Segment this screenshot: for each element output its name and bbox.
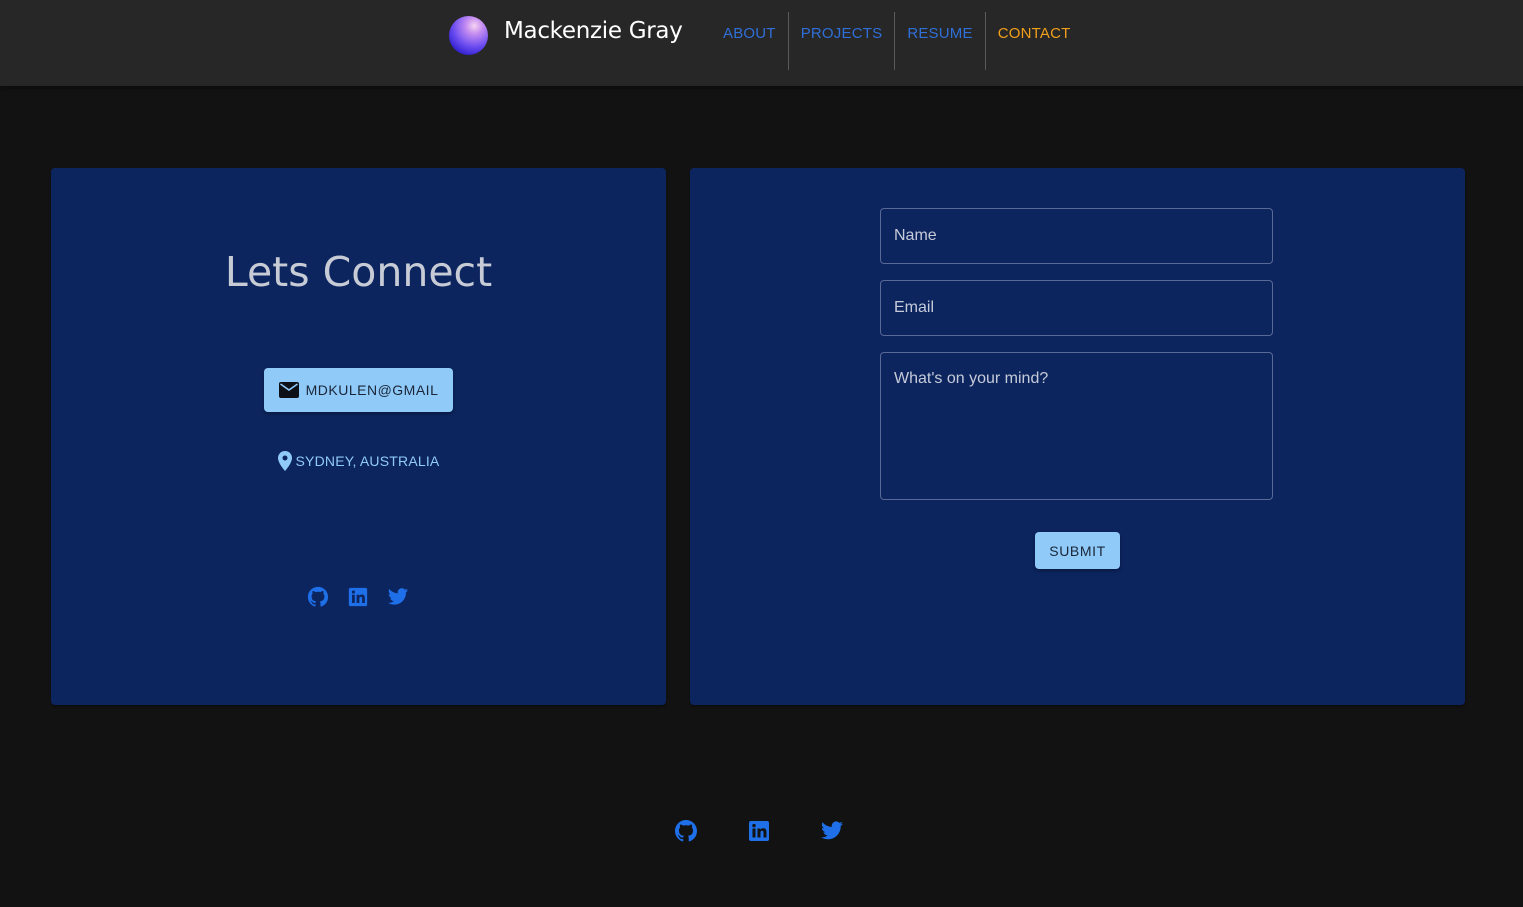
page-title: Lets Connect [224, 248, 493, 296]
brand-name[interactable]: Mackenzie Gray [504, 18, 683, 44]
footer-social-links [674, 819, 844, 843]
location-pin-icon [277, 451, 292, 471]
nav-resume[interactable]: RESUME [894, 12, 984, 70]
email-field[interactable] [880, 280, 1273, 336]
email-button[interactable]: MDKULEN@GMAIL [264, 368, 453, 412]
nav-about[interactable]: ABOUT [711, 12, 788, 70]
nav-contact[interactable]: CONTACT [984, 12, 1083, 70]
nav-projects[interactable]: PROJECTS [787, 12, 895, 70]
card-social-links [307, 586, 409, 608]
message-field[interactable] [880, 352, 1273, 500]
site-header: Mackenzie Gray ABOUT PROJECTS RESUME CON… [0, 0, 1523, 86]
name-field[interactable] [880, 208, 1273, 264]
location-label: SYDNEY, AUSTRALIA [295, 453, 440, 469]
linkedin-icon[interactable] [747, 819, 771, 843]
twitter-icon[interactable] [387, 586, 409, 608]
contact-form-card: SUBMIT [690, 168, 1465, 705]
location: SYDNEY, AUSTRALIA [51, 451, 666, 471]
logo-orb[interactable] [449, 16, 488, 55]
submit-button[interactable]: SUBMIT [1035, 532, 1120, 569]
github-icon[interactable] [674, 819, 698, 843]
contact-info-card: Lets Connect MDKULEN@GMAIL SYDNEY, AUSTR… [51, 168, 666, 705]
twitter-icon[interactable] [820, 819, 844, 843]
mail-icon [278, 382, 299, 398]
main-nav: ABOUT PROJECTS RESUME CONTACT [711, 12, 1082, 70]
linkedin-icon[interactable] [347, 586, 369, 608]
email-label: MDKULEN@GMAIL [305, 382, 439, 398]
github-icon[interactable] [307, 586, 329, 608]
